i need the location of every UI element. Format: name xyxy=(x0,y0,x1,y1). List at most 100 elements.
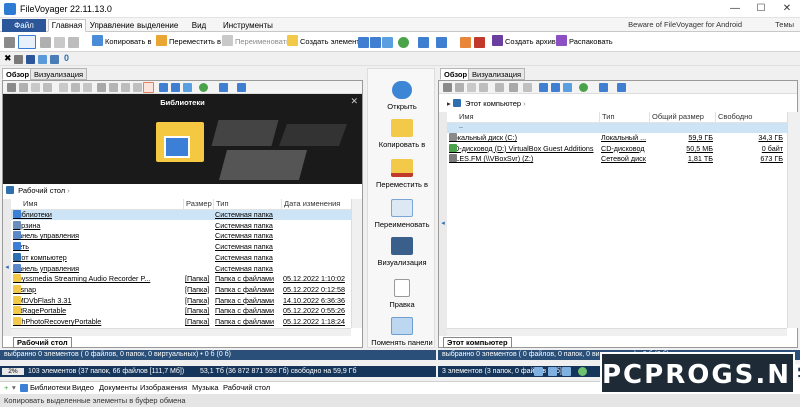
left-edge-arrow[interactable]: ◂ xyxy=(3,199,11,336)
right-edge-arrow[interactable]: ◂ xyxy=(439,112,447,336)
back-icon[interactable] xyxy=(599,83,608,92)
left-file-row[interactable]: Панель управления Системная папка xyxy=(11,263,351,274)
preview-icon[interactable] xyxy=(143,82,154,93)
left-file-row[interactable]: Корзина Системная папка xyxy=(11,220,351,231)
tab-manage[interactable]: Управление xyxy=(88,19,136,32)
left-bottom-tab[interactable]: Рабочий стол xyxy=(13,337,72,348)
properties-icon[interactable] xyxy=(509,83,518,92)
copy-icon[interactable] xyxy=(455,83,464,92)
back-icon[interactable] xyxy=(219,83,228,92)
left-file-row[interactable]: Этот компьютер Системная папка xyxy=(11,252,351,263)
right-vscroll[interactable] xyxy=(787,112,798,328)
cut-icon[interactable] xyxy=(7,83,16,92)
right-breadcrumb[interactable]: ▸ Этот компьютер › xyxy=(447,98,787,110)
forward-icon[interactable] xyxy=(617,83,626,92)
up-icon[interactable] xyxy=(539,83,548,92)
tab-file[interactable]: Файл xyxy=(2,19,46,32)
paste-icon[interactable] xyxy=(467,83,476,92)
top-icon[interactable] xyxy=(171,83,180,92)
right-file-row[interactable]: Локальный диск (C:) Локальный ... 59,9 ГБ 3… xyxy=(447,133,787,143)
col-type[interactable]: Тип xyxy=(599,112,649,123)
add-favorite-icon[interactable]: + xyxy=(4,382,8,394)
top-icon[interactable] xyxy=(551,83,560,92)
create-archive-button[interactable]: Создать архив xyxy=(492,35,556,49)
copy-icon[interactable] xyxy=(19,83,28,92)
col-free[interactable]: Свободно xyxy=(715,112,787,123)
left-file-row[interactable]: ArtRagePortable [Папка] Папка с файлами 05.… xyxy=(11,306,351,316)
refresh-icon[interactable] xyxy=(578,367,587,376)
down-icon[interactable] xyxy=(183,83,192,92)
swap-panels-button[interactable]: Поменять панели xyxy=(368,317,436,347)
left-file-row[interactable]: Abyssmedia Streaming Audio Recorder P...… xyxy=(11,274,351,284)
fav-images[interactable]: Изображения xyxy=(140,382,187,394)
delete-icon[interactable] xyxy=(479,83,488,92)
tab-tools[interactable]: Инструменты xyxy=(222,19,273,32)
right-bottom-tab[interactable]: Этот компьютер xyxy=(443,337,512,348)
edit-center-button[interactable]: Правка xyxy=(368,279,436,309)
fav-desktop[interactable]: Рабочий стол xyxy=(223,382,270,394)
tab-view[interactable]: Вид xyxy=(176,19,222,32)
create-element-button[interactable]: Создать элемент xyxy=(287,35,360,49)
rename-icon[interactable] xyxy=(71,83,80,92)
visualization-center-button[interactable]: Визуализация xyxy=(368,237,436,267)
right-hscroll[interactable] xyxy=(447,328,787,336)
view-icon[interactable] xyxy=(133,83,142,92)
top-icon[interactable] xyxy=(370,37,381,48)
extract-icon[interactable] xyxy=(121,83,130,92)
col-total[interactable]: Общий размер xyxy=(649,112,715,123)
fav-libraries[interactable]: Библиотеки xyxy=(30,382,71,394)
delete-icon[interactable] xyxy=(43,83,52,92)
open-button[interactable]: Открыть xyxy=(368,81,436,111)
right-tab-visualization[interactable]: Визуализация xyxy=(468,68,526,80)
extract-button[interactable]: Распаковать xyxy=(556,35,613,49)
cut-icon[interactable] xyxy=(4,37,15,48)
fav-video[interactable]: Видео xyxy=(72,382,94,394)
forward-icon[interactable] xyxy=(237,83,246,92)
tab-selection[interactable]: выделение xyxy=(136,19,178,32)
left-file-row[interactable]: Сеть Системная папка xyxy=(11,242,351,252)
select-icon[interactable] xyxy=(18,35,36,49)
down-icon[interactable] xyxy=(382,37,393,48)
left-file-row[interactable]: AshPhotoRecoveryPortable [Папка] Папка с ф… xyxy=(11,317,351,327)
refresh-icon[interactable] xyxy=(199,83,208,92)
forward-icon[interactable] xyxy=(436,37,447,48)
left-file-row[interactable]: Панель управления Системная папка xyxy=(11,231,351,241)
move-icon[interactable] xyxy=(59,83,68,92)
col-type[interactable]: Тип xyxy=(213,199,281,210)
rename-button[interactable]: Переименовать xyxy=(222,35,290,49)
down-icon[interactable] xyxy=(563,83,572,92)
col-size[interactable]: Размер xyxy=(183,199,213,210)
settings-icon[interactable] xyxy=(460,37,471,48)
left-file-row[interactable]: altsnap [Папка] Папка с файлами 05.12.2022 … xyxy=(11,284,351,295)
left-file-row[interactable]: AMDVbFlash 3.31 [Папка] Папка с файлами 14.… xyxy=(11,295,351,306)
android-link[interactable]: Beware of FileVoyager for Android xyxy=(628,20,742,29)
right-tab-overview[interactable]: Обзор xyxy=(440,68,472,80)
copy-to-button[interactable]: Копировать в xyxy=(92,35,151,49)
left-hscroll[interactable] xyxy=(11,328,351,336)
preview-close-icon[interactable]: ✕ xyxy=(350,96,358,107)
up-icon[interactable] xyxy=(159,83,168,92)
fav-documents[interactable]: Документы xyxy=(99,382,138,394)
left-tab-visualization[interactable]: Визуализация xyxy=(30,68,88,80)
cut-icon[interactable] xyxy=(443,83,452,92)
minimize-button[interactable]: — xyxy=(722,0,748,18)
themes-button[interactable]: Темы xyxy=(775,20,794,29)
down-icon[interactable] xyxy=(562,367,571,376)
tab-home[interactable]: Главная xyxy=(48,19,86,32)
left-tab-overview[interactable]: Обзор xyxy=(2,68,34,80)
up-icon[interactable] xyxy=(534,367,543,376)
col-name[interactable]: Имя xyxy=(447,112,599,123)
fav-music[interactable]: Музыка xyxy=(192,382,219,394)
refresh-icon[interactable] xyxy=(579,83,588,92)
properties-icon[interactable] xyxy=(97,83,106,92)
paste-icon[interactable] xyxy=(31,83,40,92)
up-icon[interactable] xyxy=(358,37,369,48)
move-to-button[interactable]: Переместить в xyxy=(156,35,221,49)
top-icon[interactable] xyxy=(548,367,557,376)
delete-red-icon[interactable] xyxy=(474,37,485,48)
col-name[interactable]: Имя xyxy=(11,199,183,210)
rename-center-button[interactable]: Переименовать xyxy=(368,199,436,229)
pin-icon[interactable]: ✖ xyxy=(4,53,12,64)
paste-icon[interactable] xyxy=(54,37,65,48)
refresh-icon[interactable] xyxy=(398,37,409,48)
